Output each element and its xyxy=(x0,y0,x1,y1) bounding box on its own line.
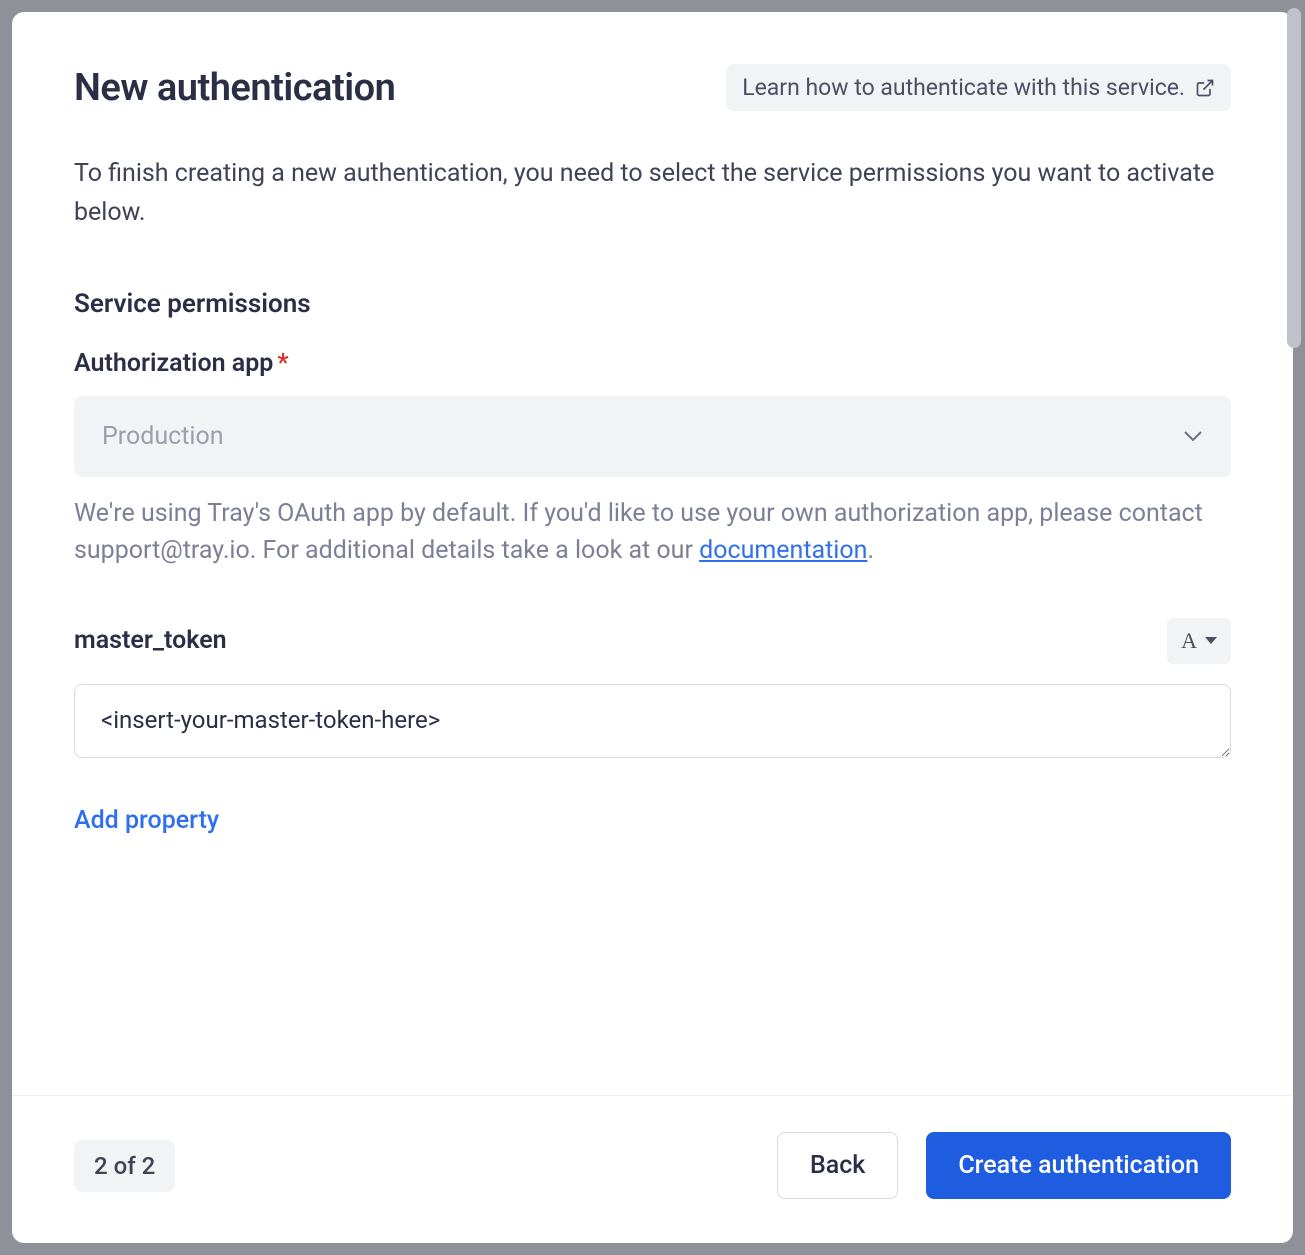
external-link-icon xyxy=(1195,78,1215,98)
modal-footer: 2 of 2 Back Create authentication xyxy=(12,1095,1293,1243)
header-row: New authentication Learn how to authenti… xyxy=(74,64,1231,111)
authorization-app-label: Authorization app* xyxy=(74,349,1231,378)
modal-body: New authentication Learn how to authenti… xyxy=(12,12,1293,1095)
footer-actions: Back Create authentication xyxy=(777,1132,1231,1199)
intro-text: To finish creating a new authentication,… xyxy=(74,155,1231,233)
required-indicator: * xyxy=(277,349,288,378)
helper-suffix: . xyxy=(867,536,874,565)
field-type-label: A xyxy=(1181,628,1197,654)
auth-modal: New authentication Learn how to authenti… xyxy=(12,12,1293,1243)
learn-link-label: Learn how to authenticate with this serv… xyxy=(742,74,1185,101)
create-authentication-button[interactable]: Create authentication xyxy=(926,1132,1231,1199)
chevron-down-icon xyxy=(1183,430,1203,442)
authorization-app-select-wrap: Production xyxy=(74,396,1231,477)
master-token-input[interactable] xyxy=(74,684,1231,758)
authorization-app-selected-value: Production xyxy=(102,422,224,451)
back-button[interactable]: Back xyxy=(777,1132,898,1199)
documentation-link[interactable]: documentation xyxy=(699,536,867,565)
scrollbar-thumb[interactable] xyxy=(1287,8,1301,348)
master-token-label: master_token xyxy=(74,626,227,655)
learn-link[interactable]: Learn how to authenticate with this serv… xyxy=(726,64,1231,111)
add-property-link[interactable]: Add property xyxy=(74,806,219,835)
field-type-dropdown[interactable]: A xyxy=(1167,618,1231,664)
step-indicator: 2 of 2 xyxy=(74,1140,175,1192)
service-permissions-heading: Service permissions xyxy=(74,289,1231,319)
authorization-app-select[interactable]: Production xyxy=(74,396,1231,477)
authorization-app-label-text: Authorization app xyxy=(74,349,273,378)
master-token-label-row: master_token A xyxy=(74,618,1231,664)
page-title: New authentication xyxy=(74,66,395,110)
helper-prefix: We're using Tray's OAuth app by default.… xyxy=(74,499,1203,566)
authorization-app-helper: We're using Tray's OAuth app by default.… xyxy=(74,495,1231,570)
caret-down-icon xyxy=(1205,637,1217,644)
